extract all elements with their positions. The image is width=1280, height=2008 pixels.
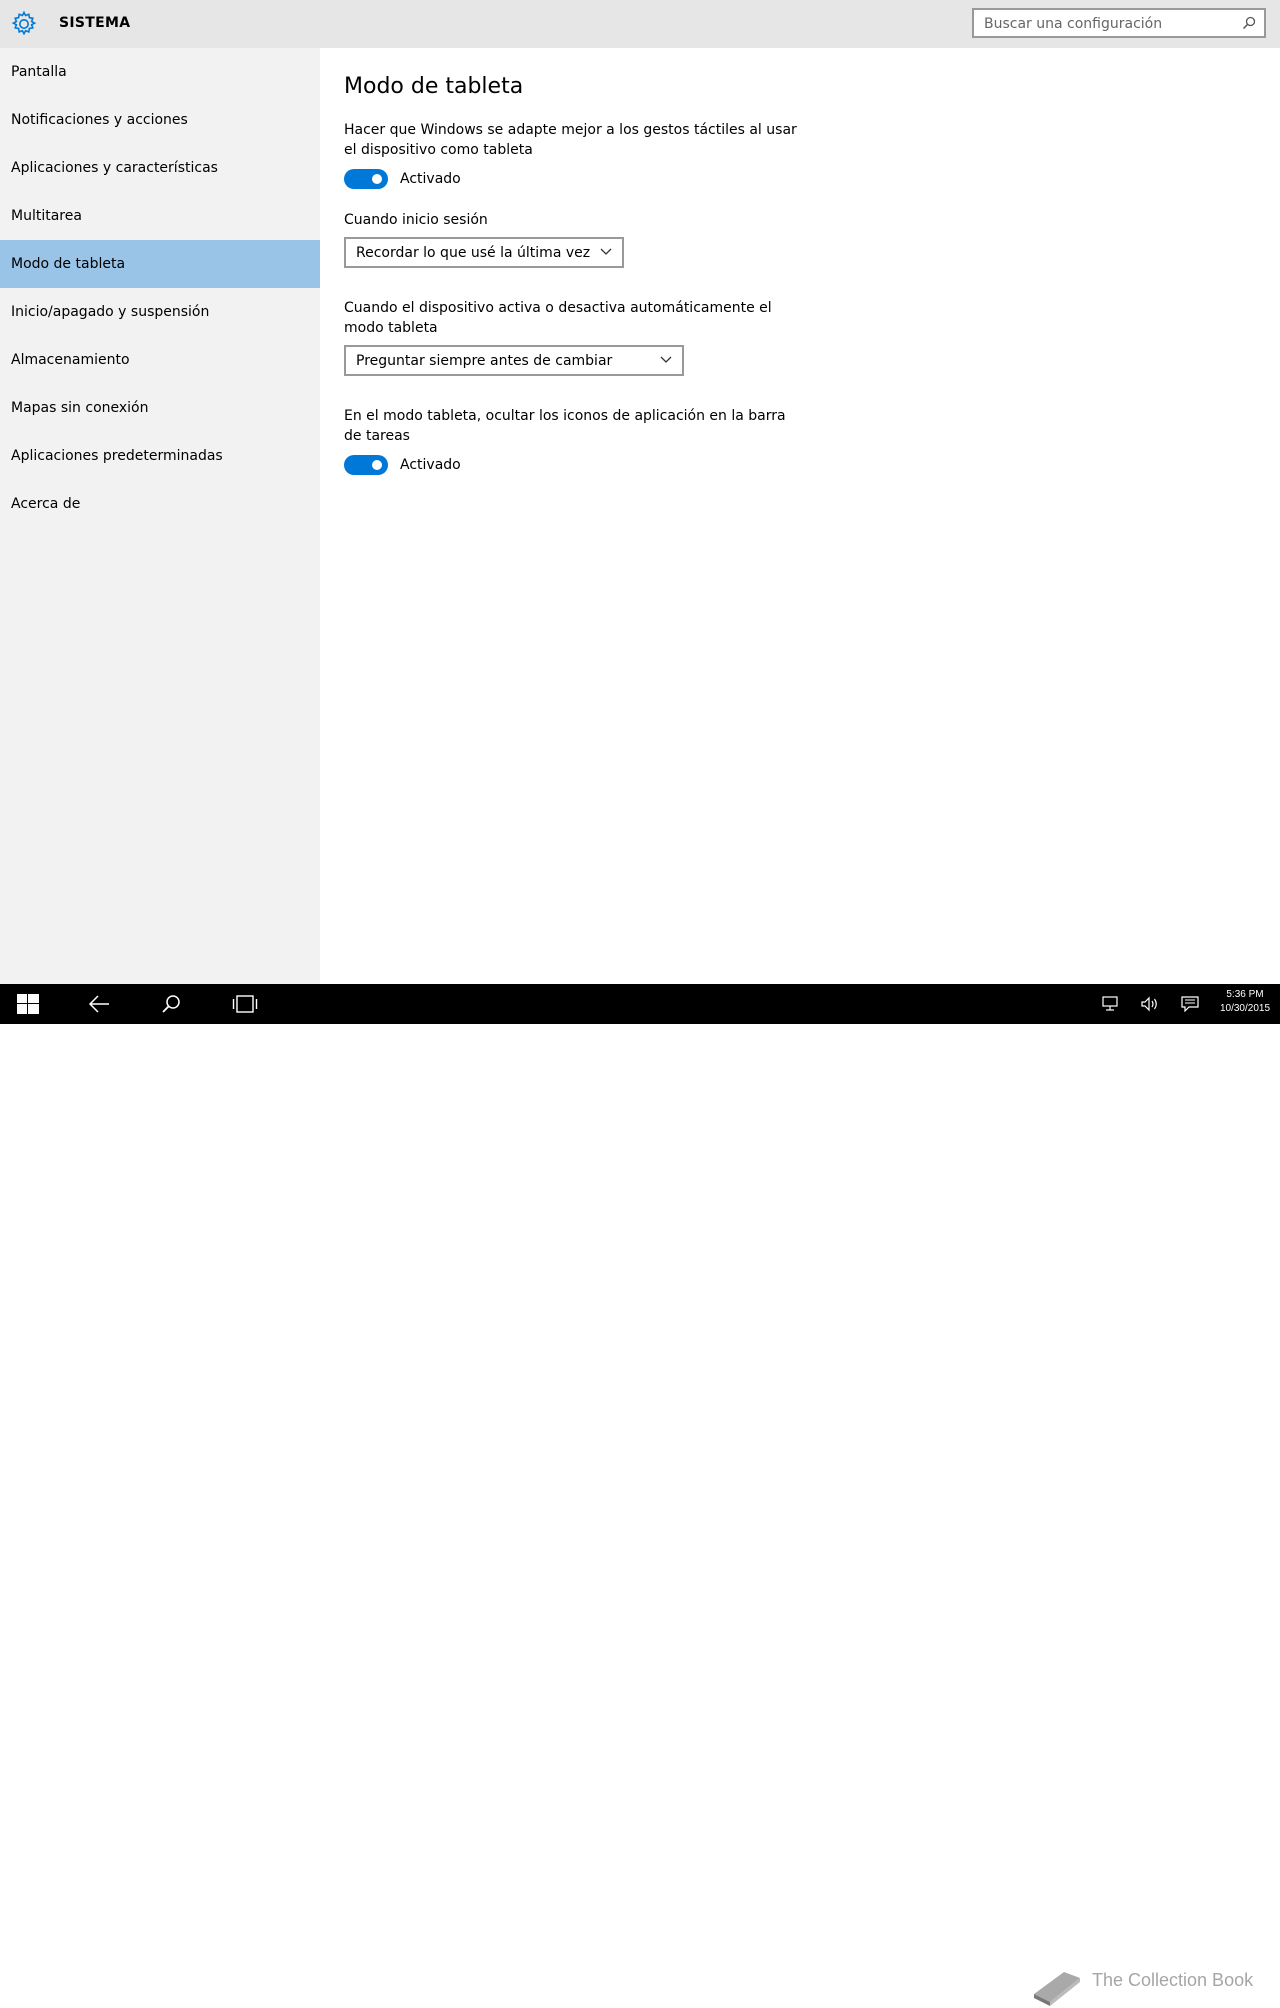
sidebar-item-pantalla[interactable]: Pantalla: [0, 48, 320, 96]
sidebar-item-notificaciones[interactable]: Notificaciones y acciones: [0, 96, 320, 144]
back-arrow-icon: [88, 995, 109, 1013]
search-button[interactable]: [144, 984, 200, 1024]
hide-icons-toggle-state: Activado: [400, 457, 461, 473]
windows-start-icon: [17, 994, 39, 1014]
search-icon: [162, 995, 180, 1013]
task-view-button[interactable]: [216, 984, 272, 1024]
action-center-icon[interactable]: [1181, 996, 1199, 1012]
start-button[interactable]: [0, 984, 56, 1024]
watermark: The Collection Book: [1030, 1964, 1260, 2008]
sidebar-item-mapas[interactable]: Mapas sin conexión: [0, 384, 320, 432]
watermark-text: The Collection Book: [1092, 1970, 1254, 1990]
sidebar-item-aplicaciones-predeterminadas[interactable]: Aplicaciones predeterminadas: [0, 432, 320, 480]
auto-switch-label: Cuando el dispositivo activa o desactiva…: [344, 300, 772, 336]
hide-icons-toggle[interactable]: [344, 455, 388, 475]
clock-date: 10/30/2015: [1219, 1003, 1271, 1014]
sign-in-dropdown-value: Recordar lo que usé la última vez: [356, 245, 591, 261]
search-icon: [1242, 16, 1256, 30]
chevron-down-icon: [660, 356, 672, 363]
volume-icon[interactable]: [1141, 996, 1159, 1012]
taskbar: The Collection Book 5:36 PM 10/30/2015: [0, 984, 1280, 2006]
settings-content: Modo de tableta Hacer que Windows se ada…: [320, 48, 1280, 984]
network-icon[interactable]: [1101, 996, 1119, 1012]
chevron-down-icon: [600, 248, 612, 255]
auto-switch-dropdown-value: Preguntar siempre antes de cambiar: [356, 353, 613, 369]
window-title: SISTEMA: [59, 15, 131, 31]
search-placeholder: Buscar una configuración: [984, 16, 1163, 32]
book-logo: [1034, 1972, 1080, 2006]
sidebar-item-aplicaciones[interactable]: Aplicaciones y características: [0, 144, 320, 192]
clock[interactable]: 5:36 PM 10/30/2015: [1214, 988, 1276, 1016]
toggle-knob: [372, 460, 382, 470]
clock-time: 5:36 PM: [1226, 989, 1264, 1000]
sidebar-item-acerca-de[interactable]: Acerca de: [0, 480, 320, 528]
gear-icon: [11, 10, 37, 36]
toggle-knob: [372, 174, 382, 184]
sidebar-item-multitarea[interactable]: Multitarea: [0, 192, 320, 240]
sidebar-item-modo-tableta[interactable]: Modo de tableta: [0, 240, 320, 288]
auto-switch-dropdown[interactable]: Preguntar siempre antes de cambiar: [344, 345, 684, 376]
back-button[interactable]: [72, 984, 128, 1024]
tablet-mode-toggle[interactable]: [344, 169, 388, 189]
tablet-mode-toggle-state: Activado: [400, 171, 461, 187]
tablet-mode-description: Hacer que Windows se adapte mejor a los …: [344, 122, 797, 158]
sidebar-item-almacenamiento[interactable]: Almacenamiento: [0, 336, 320, 384]
sidebar-item-inicio-apagado[interactable]: Inicio/apagado y suspensión: [0, 288, 320, 336]
search-input[interactable]: Buscar una configuración: [972, 8, 1266, 38]
sign-in-dropdown[interactable]: Recordar lo que usé la última vez: [344, 237, 624, 268]
task-view-icon: [232, 995, 258, 1013]
page-title: Modo de tableta: [344, 74, 524, 99]
sign-in-label: Cuando inicio sesión: [344, 212, 488, 228]
sidebar: Pantalla Notificaciones y acciones Aplic…: [0, 48, 320, 984]
hide-icons-description: En el modo tableta, ocultar los iconos d…: [344, 408, 786, 444]
title-bar: SISTEMA Buscar una configuración: [0, 0, 1280, 48]
